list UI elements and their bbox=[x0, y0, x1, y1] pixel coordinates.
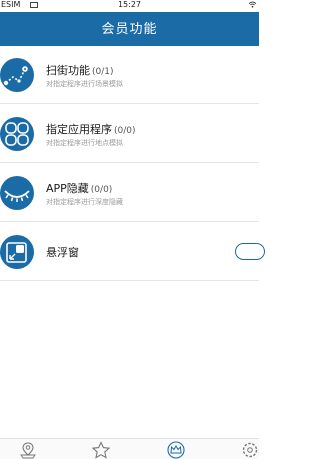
menu-item-designated-apps[interactable]: 指定应用程序 (0/0) 对指定程序进行地点模拟 bbox=[0, 105, 259, 163]
menu-item-label: 扫街功能 bbox=[46, 64, 90, 77]
bottom-tab-bar bbox=[0, 438, 259, 459]
menu-item-title: 扫街功能 (0/1) bbox=[46, 62, 114, 78]
hidden-eye-icon bbox=[0, 176, 34, 210]
menu-item-count: (0/1) bbox=[92, 67, 114, 77]
menu-item-label: 悬浮窗 bbox=[46, 246, 79, 259]
status-bar: ESIM 15:27 bbox=[0, 0, 259, 12]
header-bar: 会员功能 bbox=[0, 12, 259, 46]
menu-item-description: 对指定程序进行地点模拟 bbox=[46, 139, 123, 147]
menu-item-app-hide[interactable]: APP隐藏 (0/0) 对指定程序进行深度隐藏 bbox=[0, 164, 259, 222]
location-pin-icon bbox=[20, 442, 36, 459]
crown-icon bbox=[167, 441, 185, 459]
floating-window-toggle[interactable] bbox=[235, 243, 265, 260]
tab-location[interactable] bbox=[18, 441, 38, 459]
star-icon bbox=[91, 441, 111, 459]
floating-window-icon bbox=[0, 235, 34, 269]
menu-item-title: 悬浮窗 bbox=[46, 244, 79, 260]
menu-item-description: 对指定程序进行深度隐藏 bbox=[46, 198, 123, 206]
menu-item-count: (0/0) bbox=[90, 185, 113, 195]
tab-settings[interactable] bbox=[240, 441, 260, 459]
menu-item-floating-window: 悬浮窗 bbox=[0, 223, 265, 281]
route-icon bbox=[0, 58, 34, 92]
settings-gear-icon bbox=[242, 442, 258, 458]
menu-item-description: 对指定程序进行场景模拟 bbox=[46, 80, 123, 88]
menu-item-title: APP隐藏 (0/0) bbox=[46, 180, 112, 196]
apps-grid-icon bbox=[0, 117, 34, 151]
tab-membership[interactable] bbox=[166, 441, 186, 459]
menu-item-street-scan[interactable]: 扫街功能 (0/1) 对指定程序进行场景模拟 bbox=[0, 46, 259, 104]
menu-item-label: APP隐藏 bbox=[46, 182, 89, 195]
menu-item-count: (0/0) bbox=[114, 126, 136, 136]
menu-item-title: 指定应用程序 (0/0) bbox=[46, 121, 136, 137]
wifi-icon bbox=[248, 1, 257, 8]
menu-item-label: 指定应用程序 bbox=[46, 123, 112, 136]
page-title: 会员功能 bbox=[101, 22, 158, 37]
clock-time: 15:27 bbox=[117, 0, 142, 9]
tab-favorites[interactable] bbox=[91, 441, 111, 459]
